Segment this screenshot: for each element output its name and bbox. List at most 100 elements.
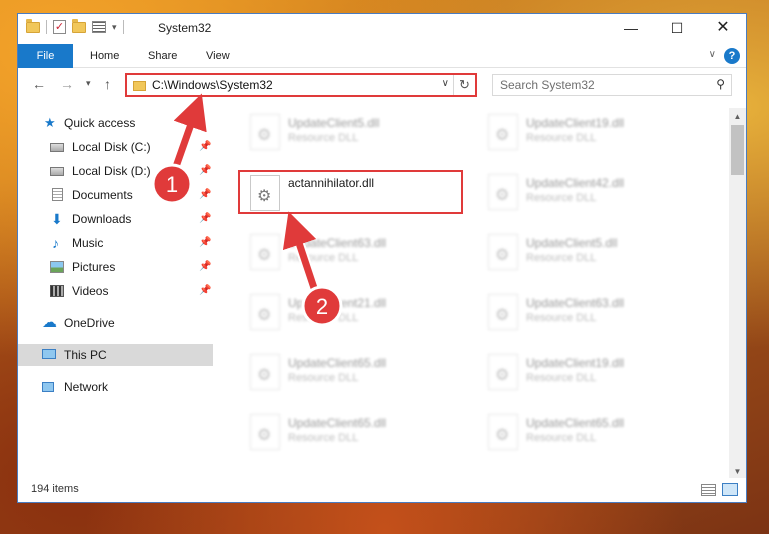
dll-file-icon [250, 294, 280, 330]
file-type: Resource DLL [526, 312, 597, 324]
file-item[interactable]: UpdateClient65.dll Resource DLL [478, 410, 703, 454]
minimize-button[interactable]: — [608, 14, 654, 44]
sidebar-item-music[interactable]: ♪ Music 📌 [18, 232, 213, 254]
sidebar-item-local-disk-d[interactable]: Local Disk (D:) 📌 [18, 160, 213, 182]
back-button[interactable]: ← [32, 76, 46, 92]
film-strip-icon [50, 285, 64, 297]
sidebar-item-label: Videos [72, 284, 109, 298]
search-placeholder: Search System32 [500, 78, 595, 92]
file-item[interactable]: UpdateClient5.dll Resource DLL [478, 230, 703, 274]
search-icon[interactable]: ⚲ [716, 77, 725, 91]
computer-icon [42, 349, 56, 359]
details-view-icon[interactable] [701, 484, 716, 496]
file-name: UpdateClient5.dll [288, 116, 380, 130]
file-item[interactable]: UpdateClient19.dll Resource DLL [478, 110, 703, 154]
file-item[interactable]: UpdateClient19.dll Resource DLL [478, 350, 703, 394]
navigation-pane: ★ Quick access Local Disk (C:) 📌 Local D… [18, 108, 213, 476]
status-bar: 194 items [18, 478, 746, 502]
maximize-button[interactable]: ☐ [654, 14, 700, 44]
music-note-icon: ♪ [52, 235, 59, 251]
tab-home[interactable]: Home [78, 44, 131, 68]
properties-check-icon[interactable]: ✓ [53, 20, 66, 34]
tab-file[interactable]: File [18, 44, 73, 68]
forward-button[interactable]: → [60, 76, 74, 92]
vertical-scrollbar[interactable]: ▲ ▼ [729, 108, 746, 480]
sidebar-item-local-disk-c[interactable]: Local Disk (C:) 📌 [18, 136, 213, 158]
new-folder-icon[interactable] [72, 18, 86, 33]
sidebar-item-label: Music [72, 236, 104, 250]
explorer-window: ✓ ▾ System32 — ☐ ✕ File Home Share View … [17, 13, 747, 503]
sidebar-item-label: Network [64, 380, 109, 394]
sidebar-item-label: Pictures [72, 260, 116, 274]
refresh-button[interactable]: ↻ [453, 75, 475, 95]
chevron-down-icon[interactable]: ∨ [442, 78, 449, 89]
network-icon [42, 382, 54, 392]
sidebar-item-label: Quick access [64, 116, 136, 130]
folder-icon [133, 81, 146, 91]
title-bar: ✓ ▾ System32 — ☐ ✕ [18, 14, 746, 44]
file-item[interactable]: UpdateClient63.dll Resource DLL [478, 290, 703, 334]
pin-icon[interactable]: 📌 [199, 208, 211, 230]
large-icons-view-icon[interactable] [722, 483, 738, 496]
dll-file-icon [488, 174, 518, 210]
sidebar-item-downloads[interactable]: ⬇ Downloads 📌 [18, 208, 213, 230]
file-name: UpdateClient63.dll [288, 236, 387, 250]
pin-icon[interactable]: 📌 [199, 232, 211, 254]
dll-file-icon [488, 234, 518, 270]
dll-file-icon [488, 114, 518, 150]
file-name: UpdateClient65.dll [526, 416, 625, 430]
window-title: System32 [158, 21, 212, 35]
pin-icon[interactable]: 📌 [199, 280, 211, 302]
sidebar-item-documents[interactable]: Documents 📌 [18, 184, 213, 206]
up-button[interactable]: ↑ [104, 76, 111, 92]
sidebar-item-label: Documents [72, 188, 133, 202]
file-type: Resource DLL [288, 372, 359, 384]
pin-icon[interactable]: 📌 [199, 136, 211, 158]
file-item-actannihilator[interactable]: actannihilator.dll [238, 170, 463, 214]
scrollbar-thumb[interactable] [731, 125, 744, 175]
item-count: 194 items [31, 483, 79, 495]
address-row: ← → ▾ ↑ C:\Windows\System32 ∨ ↻ Search S… [18, 69, 746, 101]
sidebar-item-videos[interactable]: Videos 📌 [18, 280, 213, 302]
chevron-down-icon[interactable]: ▾ [112, 22, 117, 33]
file-type: Resource DLL [526, 372, 597, 384]
recent-locations-button[interactable]: ▾ [86, 78, 91, 89]
file-type: Resource DLL [526, 132, 597, 144]
pin-icon[interactable]: 📌 [199, 184, 211, 206]
sidebar-item-pictures[interactable]: Pictures 📌 [18, 256, 213, 278]
file-type: Resource DLL [288, 312, 359, 324]
tab-share[interactable]: Share [136, 44, 189, 68]
file-name: UpdateClient65.dll [288, 416, 387, 430]
file-item[interactable]: UpdateClient65.dll Resource DLL [240, 350, 465, 394]
properties-list-icon[interactable] [92, 21, 106, 33]
tab-view[interactable]: View [194, 44, 242, 68]
file-item[interactable]: UpdateClient42.dll Resource DLL [478, 170, 703, 214]
sidebar-item-onedrive[interactable]: ☁ OneDrive [18, 312, 213, 334]
file-type: Resource DLL [526, 192, 597, 204]
help-icon[interactable]: ? [724, 48, 740, 64]
address-path[interactable]: C:\Windows\System32 [152, 78, 273, 92]
dll-file-icon [250, 175, 280, 211]
expand-ribbon-icon[interactable]: ∨ [709, 49, 716, 60]
pin-icon[interactable]: 📌 [199, 160, 211, 182]
sidebar-item-network[interactable]: Network [18, 376, 213, 398]
file-type: Resource DLL [526, 432, 597, 444]
scroll-up-icon[interactable]: ▲ [729, 108, 746, 125]
file-item[interactable]: UpdateClient65.dll Resource DLL [240, 410, 465, 454]
file-name: UpdateClient19.dll [526, 116, 625, 130]
file-item[interactable]: UpdateClient21.dll Resource DLL [240, 290, 465, 334]
file-type: Resource DLL [526, 252, 597, 264]
sidebar-item-quick-access[interactable]: ★ Quick access [18, 112, 213, 134]
file-item[interactable]: UpdateClient5.dll Resource DLL [240, 110, 465, 154]
file-name: UpdateClient63.dll [526, 296, 625, 310]
address-bar[interactable]: C:\Windows\System32 ∨ ↻ [125, 73, 477, 97]
dll-file-icon [250, 354, 280, 390]
close-button[interactable]: ✕ [700, 14, 746, 44]
star-icon: ★ [44, 115, 56, 130]
sidebar-item-this-pc[interactable]: This PC [18, 344, 213, 366]
sidebar-item-label: Local Disk (C:) [72, 140, 151, 154]
file-item[interactable]: UpdateClient63.dll Resource DLL [240, 230, 465, 274]
search-input[interactable]: Search System32 ⚲ [492, 74, 732, 96]
pin-icon[interactable]: 📌 [199, 256, 211, 278]
file-type: Resource DLL [288, 432, 359, 444]
